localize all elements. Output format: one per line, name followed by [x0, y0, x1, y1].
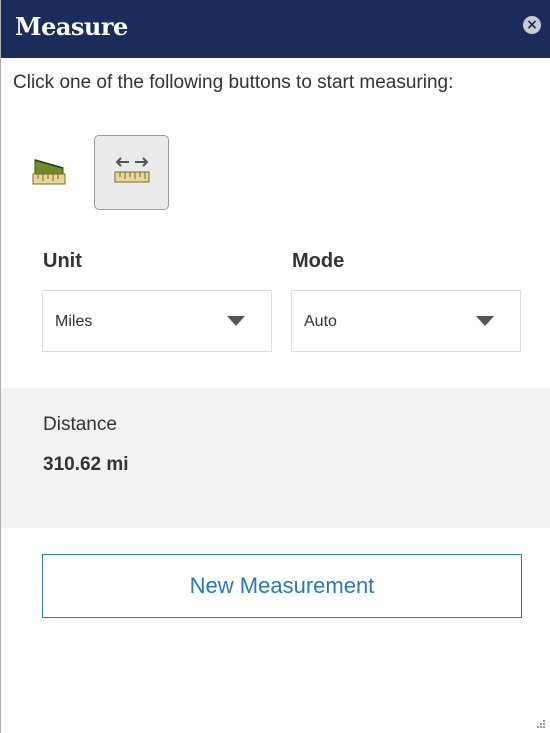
measure-panel: Measure × Click one of the following but…	[0, 0, 550, 733]
unit-label: Unit	[43, 250, 82, 272]
result-label: Distance	[43, 414, 117, 435]
close-icon[interactable]: ×	[523, 16, 541, 34]
mode-label: Mode	[292, 250, 345, 272]
distance-ruler-icon	[114, 157, 150, 183]
panel-title: Measure	[15, 12, 128, 41]
area-ruler-icon	[32, 159, 66, 185]
area-measure-button[interactable]	[29, 152, 71, 194]
mode-select[interactable]: Auto	[291, 290, 521, 352]
unit-select[interactable]: Miles	[42, 290, 272, 352]
unit-select-value: Miles	[55, 313, 93, 330]
result-area: Distance 310.62 mi	[1, 388, 550, 528]
chevron-down-icon	[227, 316, 245, 326]
chevron-down-icon	[476, 316, 494, 326]
title-bar: Measure ×	[1, 0, 550, 58]
mode-select-value: Auto	[304, 313, 337, 330]
resize-grip-icon[interactable]	[536, 719, 546, 729]
result-value: 310.62 mi	[43, 454, 129, 475]
distance-measure-button[interactable]	[94, 135, 169, 210]
new-measurement-button[interactable]: New Measurement	[42, 554, 522, 618]
instructions-text: Click one of the following buttons to st…	[13, 72, 454, 93]
